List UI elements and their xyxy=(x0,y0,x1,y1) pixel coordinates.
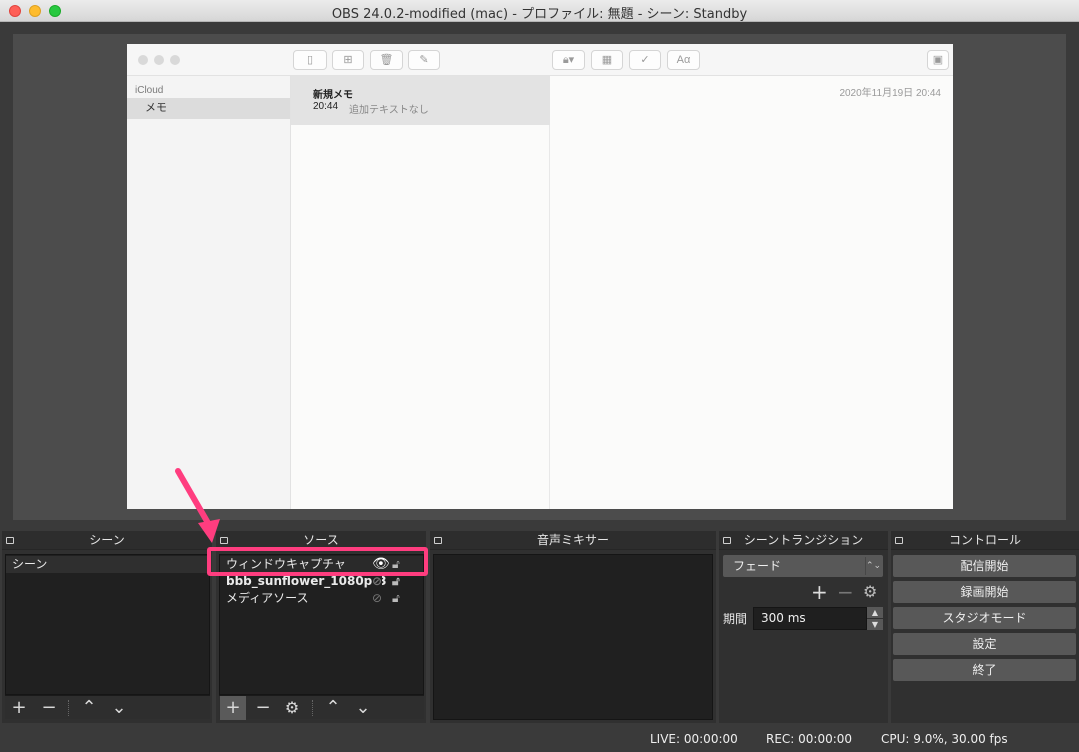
checklist-icon: ✓ xyxy=(629,50,661,70)
undock-icon[interactable] xyxy=(895,537,903,544)
chevron-updown-icon: ⌃⌄ xyxy=(865,557,881,575)
add-transition-button[interactable]: + xyxy=(811,580,828,604)
notes-close-dot xyxy=(138,55,148,65)
window-title: OBS 24.0.2-modified (mac) - プロファイル: 無題 -… xyxy=(331,7,748,22)
toolbar-separator xyxy=(312,700,313,716)
duration-input[interactable]: 300 ms xyxy=(753,607,867,630)
transitions-header: シーントランジション xyxy=(719,531,888,550)
mixer-title: 音声ミキサー xyxy=(536,533,609,547)
lock-icon: 🔒︎▾ xyxy=(552,50,585,70)
controls-title: コントロール xyxy=(948,533,1021,547)
rec-status: REC: 00:00:00 xyxy=(766,732,853,746)
move-down-icon[interactable]: ⌄ xyxy=(106,696,132,720)
status-bar: LIVE: 00:00:00 REC: 00:00:00 CPU: 9.0%, … xyxy=(0,728,1079,752)
exit-button[interactable]: 終了 xyxy=(893,659,1076,681)
scene-item[interactable]: シーン xyxy=(6,556,209,573)
source-name: メディアソース xyxy=(226,591,309,605)
annotation-arrow-icon xyxy=(175,468,220,543)
transition-value: フェード xyxy=(733,559,782,573)
note-time: 20:44 xyxy=(313,101,339,112)
note-date: 2020年11月19日 20:44 xyxy=(839,88,941,99)
settings-button[interactable]: 設定 xyxy=(893,633,1076,655)
note-preview: 追加テキストなし xyxy=(349,105,429,116)
duration-label: 期間 xyxy=(723,612,748,626)
mixer-area xyxy=(433,554,713,720)
media-icon: ▣ xyxy=(927,50,949,70)
scenes-toolbar: + − ⌃ ⌄ xyxy=(5,695,210,719)
unlock-icon[interactable]: 🔓︎ xyxy=(392,590,400,607)
start-recording-button[interactable]: 録画開始 xyxy=(893,581,1076,603)
studio-mode-button[interactable]: スタジオモード xyxy=(893,607,1076,629)
add-scene-button[interactable]: + xyxy=(6,696,32,720)
gear-icon[interactable]: ⚙ xyxy=(279,696,305,720)
move-down-icon[interactable]: ⌄ xyxy=(350,696,376,720)
notes-toolbar: ▯ ⊞ 🗑︎ ✎ 🔒︎▾ ▦ ✓ Aα ▣ xyxy=(127,44,953,76)
transition-select[interactable]: フェード ⌃⌄ xyxy=(723,555,883,577)
add-source-button[interactable]: + xyxy=(220,696,246,720)
gear-icon[interactable]: ⚙ xyxy=(863,582,877,601)
format-icon: Aα xyxy=(667,50,700,70)
undock-icon[interactable] xyxy=(723,537,731,544)
compose-icon: ✎ xyxy=(408,50,440,70)
notes-list: 新規メモ 20:44 追加テキストなし xyxy=(291,76,550,509)
account-label: iCloud xyxy=(135,85,164,96)
trash-icon: 🗑︎ xyxy=(370,50,403,70)
remove-transition-button[interactable]: − xyxy=(837,580,854,604)
sources-title: ソース xyxy=(303,533,339,547)
sidebar-icon: ▯ xyxy=(293,50,327,70)
mixer-header: 音声ミキサー xyxy=(430,531,716,550)
controls-header: コントロール xyxy=(891,531,1079,550)
eye-hidden-icon[interactable]: ⊘ xyxy=(372,590,382,607)
start-streaming-button[interactable]: 配信開始 xyxy=(893,555,1076,577)
source-item[interactable]: メディアソース ⊘ 🔓︎ xyxy=(220,590,423,607)
notes-maximize-dot xyxy=(170,55,180,65)
note-title: 新規メモ xyxy=(313,90,353,101)
notes-minimize-dot xyxy=(154,55,164,65)
notes-sidebar: iCloud メモ xyxy=(127,76,291,509)
note-list-item: 新規メモ 20:44 追加テキストなし xyxy=(291,76,550,125)
scenes-title: シーン xyxy=(89,533,125,547)
increment-icon[interactable]: ▲ xyxy=(867,607,883,618)
remove-source-button[interactable]: − xyxy=(250,696,276,720)
sources-toolbar: + − ⚙ ⌃ ⌄ xyxy=(219,695,424,720)
grid-icon: ⊞ xyxy=(332,50,364,70)
undock-icon[interactable] xyxy=(6,537,14,544)
title-bar: OBS 24.0.2-modified (mac) - プロファイル: 無題 -… xyxy=(0,0,1079,22)
highlight-box xyxy=(207,547,428,576)
decrement-icon[interactable]: ▼ xyxy=(867,619,883,630)
live-status: LIVE: 00:00:00 xyxy=(650,732,738,746)
table-icon: ▦ xyxy=(591,50,623,70)
scenes-list[interactable]: シーン xyxy=(5,554,210,695)
folder-item: メモ xyxy=(127,98,290,119)
undock-icon[interactable] xyxy=(434,537,442,544)
toolbar-separator xyxy=(68,700,69,716)
transitions-title: シーントランジション xyxy=(743,533,864,547)
remove-scene-button[interactable]: − xyxy=(36,696,62,720)
captured-notes-window: ▯ ⊞ 🗑︎ ✎ 🔒︎▾ ▦ ✓ Aα ▣ iCloud メモ 新規メモ 20:… xyxy=(127,44,953,509)
move-up-icon[interactable]: ⌃ xyxy=(320,696,346,720)
move-up-icon[interactable]: ⌃ xyxy=(76,696,102,720)
source-name: bbb_sunflower_1080p_3 xyxy=(226,574,387,588)
cpu-status: CPU: 9.0%, 30.00 fps xyxy=(881,732,1008,746)
